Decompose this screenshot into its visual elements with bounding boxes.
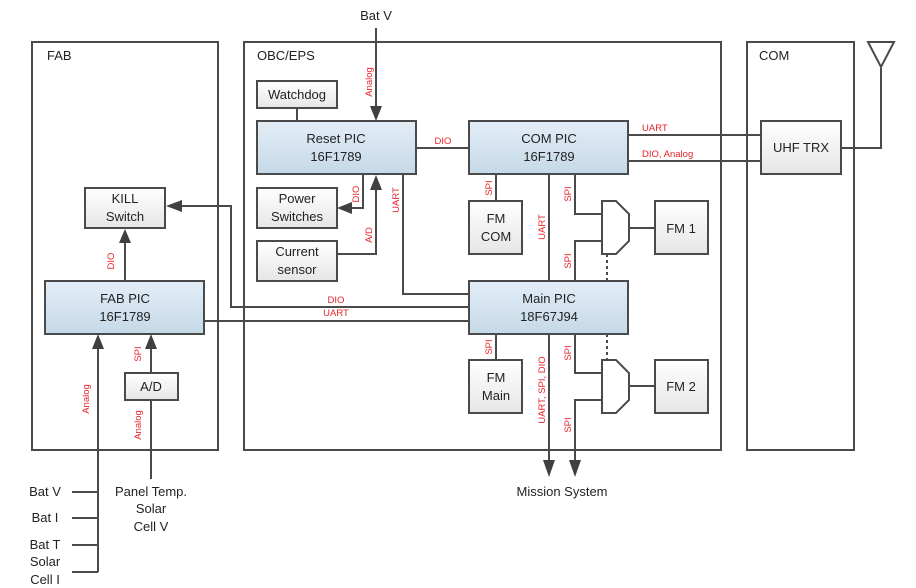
arrow-kill [166,200,182,212]
sig-main-mission: UART, SPI, DIO [537,356,548,423]
kill-switch-label-2: Switch [106,209,144,224]
current-sensor-label-2: sensor [277,262,317,277]
block-fab-pic: FAB PIC 16F1789 [44,280,205,335]
sig-reset-com-dio: DIO [435,136,452,147]
arrow-main-mission [543,460,555,477]
block-ad: A/D [124,372,179,401]
input-bat-i: Bat I [32,510,59,525]
sig-main-mux1-spi: SPI [563,253,574,268]
uhf-trx-label: UHF TRX [773,140,829,155]
power-switches-label-2: Switches [271,209,324,224]
sig-com-uhf-dio-analog: DIO, Analog [642,149,693,160]
arrow-fab-kill [119,229,131,243]
arrow-analog-fab [92,334,104,349]
fab-pic-part: 16F1789 [99,309,150,324]
watchdog-label: Watchdog [268,87,326,102]
block-fm-com: FM COM [468,200,523,255]
obc-label: OBC/EPS [257,48,315,63]
wire-main-mux2 [574,334,602,374]
block-uhf-trx: UHF TRX [760,120,842,175]
sig-reset-power-dio: DIO [351,186,362,203]
main-pic-part: 18F67J94 [520,309,578,324]
input-cell-i: Cell I [30,572,60,587]
region-com: COM [746,41,855,451]
sig-com-mux1-spi: SPI [563,186,574,201]
sig-reset-main-uart: UART [391,187,402,213]
fab-inputs-right: Panel Temp. Solar Cell V [115,484,187,534]
sig-ad-fab-spi: SPI [133,346,144,361]
sig-main-fmmain-spi: SPI [484,339,495,354]
input-panel-temp: Panel Temp. [115,484,187,499]
fm-main-label-1: FM [487,370,506,385]
arrow-mux2-mission [569,460,581,477]
fm2-label: FM 2 [666,379,696,394]
wire-reset-main [402,174,469,295]
com-frame [746,41,855,451]
sig-fab-main-uart: UART [323,308,349,319]
sig-fab-analog-in: Analog [81,384,92,414]
wire-uhf-antenna [841,68,882,149]
power-switches-label-1: Power [279,191,317,206]
fm1-label: FM 1 [666,221,696,236]
fm-com-label-1: FM [487,211,506,226]
sig-ad-analog-in: Analog [133,410,144,440]
block-reset-pic: Reset PIC 16F1789 [256,120,417,175]
input-bat-t: Bat T [30,537,61,552]
wire-mux2-mission [574,399,602,462]
sig-com-main-uart: UART [537,214,548,240]
reset-pic-label: Reset PIC [306,131,365,146]
sig-main-mux2-spi: SPI [563,345,574,360]
sig-current-ad: A/D [364,227,375,243]
fm-com-label-2: COM [481,229,511,244]
fab-label: FAB [47,48,72,63]
block-diagram: FAB OBC/EPS COM Watchdog Reset PIC 16F17… [29,8,896,587]
mission-system-label: Mission System [516,484,607,499]
arrow-ad-fab [145,334,157,349]
sig-fab-main-dio: DIO [328,295,345,306]
com-label: COM [759,48,789,63]
mux-1 [601,200,630,255]
arrow-batv-reset [370,106,382,121]
block-fm1: FM 1 [654,200,709,255]
main-pic-label: Main PIC [522,291,575,306]
input-solar-2: Solar [136,501,167,516]
reset-pic-part: 16F1789 [310,149,361,164]
block-main-pic: Main PIC 18F67J94 [468,280,629,335]
input-cell-v: Cell V [134,519,169,534]
kill-switch-label-1: KILL [112,191,139,206]
ad-label: A/D [140,379,162,394]
arrow-current-reset [370,175,382,190]
input-bat-v: Bat V [29,484,61,499]
sig-com-uhf-uart: UART [642,123,668,134]
com-pic-label: COM PIC [521,131,577,146]
current-sensor-label-1: Current [275,244,319,259]
block-fm2: FM 2 [654,359,709,414]
block-power-switches: Power Switches [256,187,338,229]
block-current-sensor: Current sensor [256,240,338,282]
sig-kill-dio: DIO [106,253,117,270]
wire-main-mux1 [574,240,602,281]
block-fm-main: FM Main [468,359,523,414]
bat-v-top-label: Bat V [360,8,392,23]
fab-inputs-left: Bat V Bat I Bat T Solar Cell I [29,484,61,587]
wire-com-mux1 [574,174,602,215]
sig-com-fmcom-spi: SPI [484,180,495,195]
mux-2 [601,359,630,414]
fm-main-label-2: Main [482,388,510,403]
com-pic-part: 16F1789 [523,149,574,164]
block-kill-switch: KILL Switch [84,187,166,229]
fab-pic-label: FAB PIC [100,291,150,306]
antenna-icon [866,41,896,70]
arrow-power [337,202,352,214]
sig-batv-analog: Analog [364,67,375,97]
sig-mux2-mission-spi: SPI [563,417,574,432]
input-solar: Solar [30,554,61,569]
block-com-pic: COM PIC 16F1789 [468,120,629,175]
block-watchdog: Watchdog [256,80,338,109]
